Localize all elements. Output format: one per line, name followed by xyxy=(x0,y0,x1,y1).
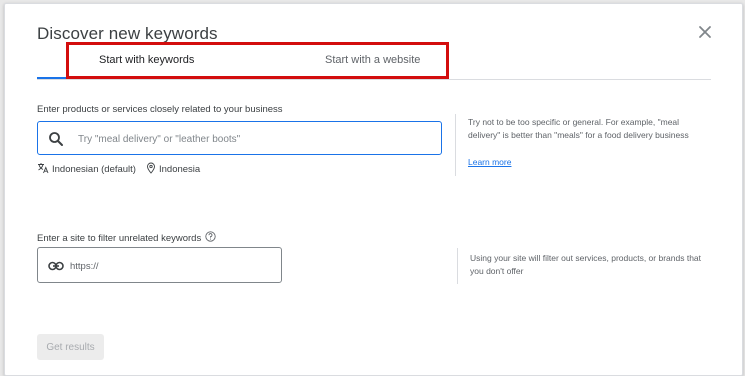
annotation-highlight-box xyxy=(66,42,449,79)
location-selector[interactable]: Indonesia xyxy=(146,162,200,177)
location-pin-icon xyxy=(146,162,159,177)
site-url-box[interactable] xyxy=(37,247,282,283)
learn-more-link[interactable]: Learn more xyxy=(468,157,511,167)
site-field-label: Enter a site to filter unrelated keyword… xyxy=(37,232,202,244)
keywords-help-text: Try not to be too specific or general. F… xyxy=(468,117,689,140)
keywords-input[interactable] xyxy=(76,127,435,151)
translate-icon xyxy=(37,162,52,177)
keywords-search-box[interactable] xyxy=(37,121,442,155)
language-location-row: Indonesian (default) Indonesia xyxy=(37,162,210,177)
link-icon xyxy=(48,259,64,271)
site-field-label-row: Enter a site to filter unrelated keyword… xyxy=(37,231,216,245)
discover-keywords-dialog: Discover new keywords Start with keyword… xyxy=(4,3,743,376)
site-help-text: Using your site will filter out services… xyxy=(470,253,702,276)
language-label: Indonesian (default) xyxy=(52,164,136,175)
dialog-title: Discover new keywords xyxy=(37,24,218,43)
keywords-field-label: Enter products or services closely relat… xyxy=(37,104,283,115)
language-selector[interactable]: Indonesian (default) xyxy=(37,162,136,177)
get-results-button[interactable]: Get results xyxy=(37,334,104,360)
close-icon[interactable] xyxy=(695,22,715,42)
help-divider-keywords xyxy=(455,114,456,176)
search-icon xyxy=(48,131,64,147)
help-circle-icon[interactable] xyxy=(205,231,216,245)
location-label: Indonesia xyxy=(158,164,201,175)
help-divider-site xyxy=(457,248,458,284)
tabs-divider xyxy=(37,79,711,80)
site-url-input[interactable] xyxy=(68,255,277,277)
